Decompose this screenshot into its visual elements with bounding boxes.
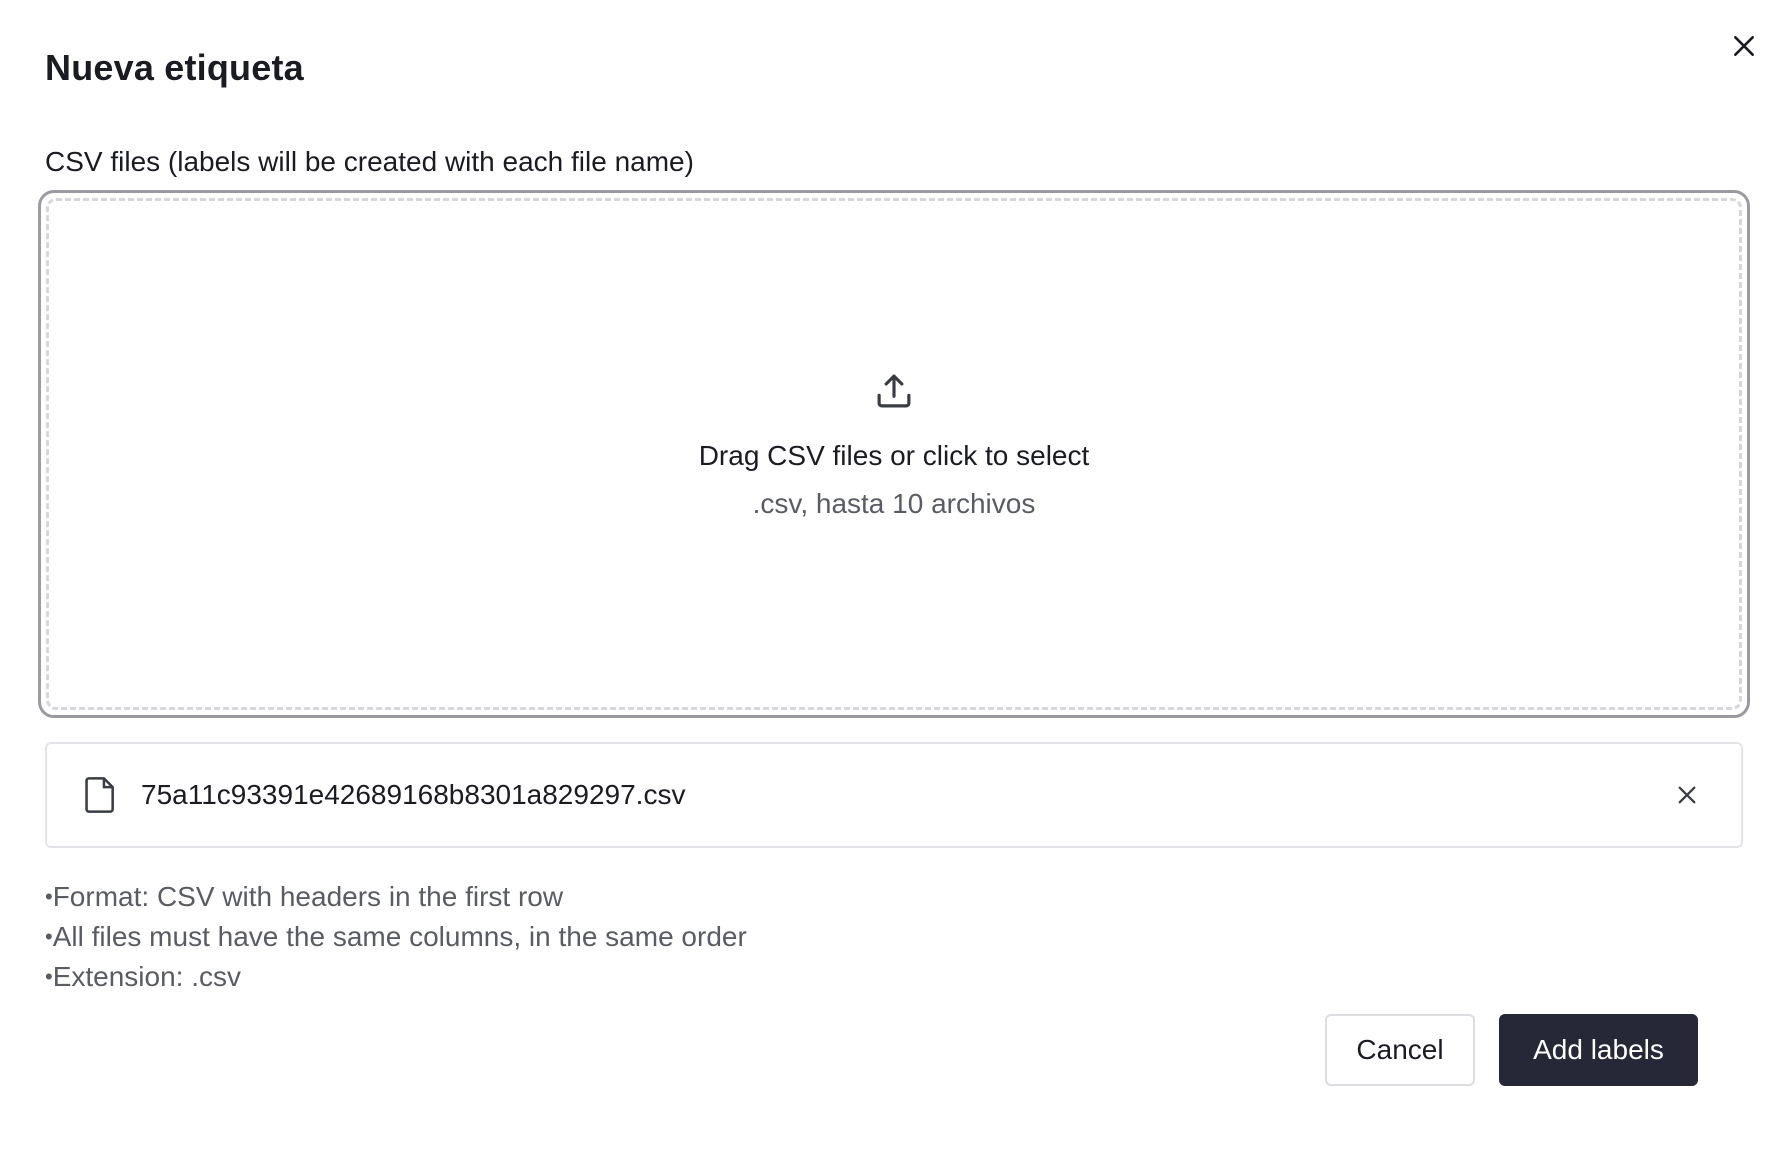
format-notes: Format: CSV with headers in the first ro…: [45, 877, 747, 997]
upload-icon: [877, 374, 911, 408]
dropzone-area: Drag CSV files or click to select .csv, …: [46, 198, 1742, 710]
note-columns: All files must have the same columns, in…: [45, 917, 747, 957]
close-icon: [1734, 36, 1754, 56]
dropzone-instruction: Drag CSV files or click to select: [698, 440, 1090, 471]
file-name: 75a11c93391e42689168b8301a829297.csv: [141, 779, 686, 810]
remove-file-button[interactable]: [1665, 773, 1709, 817]
add-labels-button[interactable]: Add labels: [1499, 1014, 1698, 1086]
dropzone-hint: .csv, hasta 10 archivos: [752, 488, 1036, 519]
selected-file-item: 75a11c93391e42689168b8301a829297.csv: [45, 742, 1743, 848]
close-dialog-button[interactable]: [1722, 24, 1766, 68]
cancel-button[interactable]: Cancel: [1325, 1014, 1475, 1086]
file-icon: [85, 777, 114, 813]
new-label-dialog: Nueva etiqueta CSV files (labels will be…: [0, 0, 1782, 1156]
dialog-title: Nueva etiqueta: [45, 47, 304, 88]
note-extension: Extension: .csv: [45, 957, 747, 997]
note-format: Format: CSV with headers in the first ro…: [45, 877, 747, 917]
close-icon: [1678, 786, 1696, 804]
csv-files-label: CSV files (labels will be created with e…: [45, 146, 694, 177]
csv-dropzone[interactable]: Drag CSV files or click to select .csv, …: [38, 190, 1750, 718]
